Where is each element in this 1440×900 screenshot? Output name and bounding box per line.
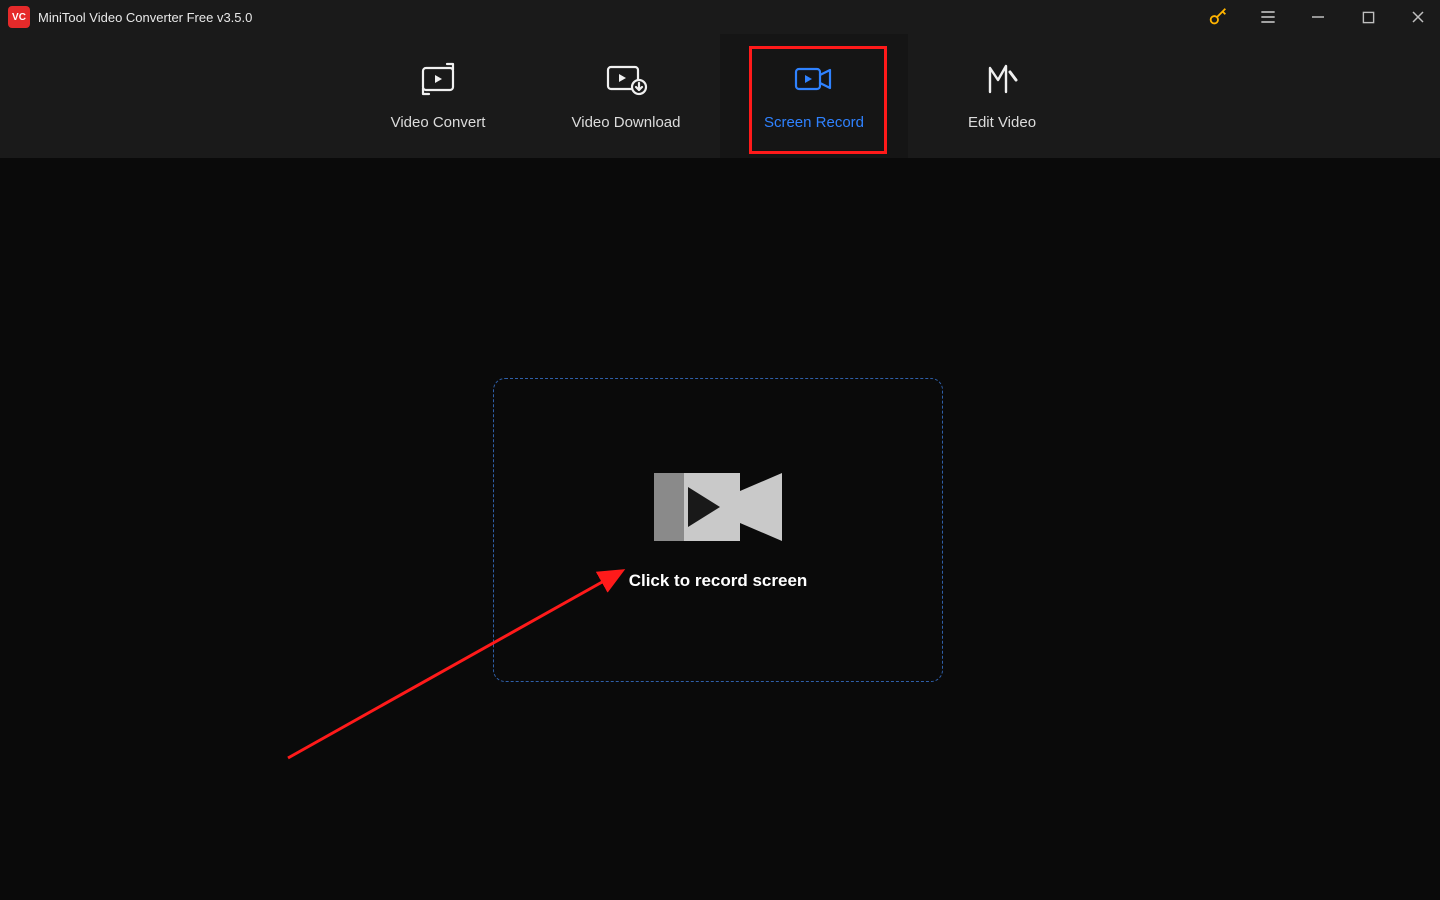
- tab-label: Video Convert: [391, 114, 486, 131]
- app-logo: VC: [8, 6, 30, 28]
- titlebar: VC MiniTool Video Converter Free v3.5.0: [0, 0, 1440, 34]
- upgrade-key-icon[interactable]: [1202, 1, 1234, 33]
- video-convert-icon: [417, 62, 459, 96]
- tab-video-convert[interactable]: Video Convert: [344, 34, 532, 158]
- record-screen-panel[interactable]: Click to record screen: [493, 378, 943, 682]
- app-logo-text: VC: [12, 12, 26, 23]
- menu-icon[interactable]: [1252, 1, 1284, 33]
- video-download-icon: [604, 62, 648, 96]
- tab-screen-record[interactable]: Screen Record: [720, 34, 908, 158]
- screen-record-icon: [793, 62, 835, 96]
- tab-label: Video Download: [572, 114, 681, 131]
- minimize-button[interactable]: [1302, 1, 1334, 33]
- tab-video-download[interactable]: Video Download: [532, 34, 720, 158]
- tab-label: Edit Video: [968, 114, 1036, 131]
- close-button[interactable]: [1402, 1, 1434, 33]
- window-controls: [1202, 1, 1434, 33]
- tab-label: Screen Record: [764, 114, 864, 131]
- maximize-button[interactable]: [1352, 1, 1384, 33]
- content-area: Click to record screen: [0, 158, 1440, 900]
- edit-video-icon: [984, 62, 1020, 96]
- record-prompt-label: Click to record screen: [629, 571, 808, 591]
- app-title: MiniTool Video Converter Free v3.5.0: [38, 10, 252, 25]
- tab-edit-video[interactable]: Edit Video: [908, 34, 1096, 158]
- camera-record-icon: [654, 469, 782, 545]
- main-toolbar: Video Convert Video Download Screen Reco…: [0, 34, 1440, 158]
